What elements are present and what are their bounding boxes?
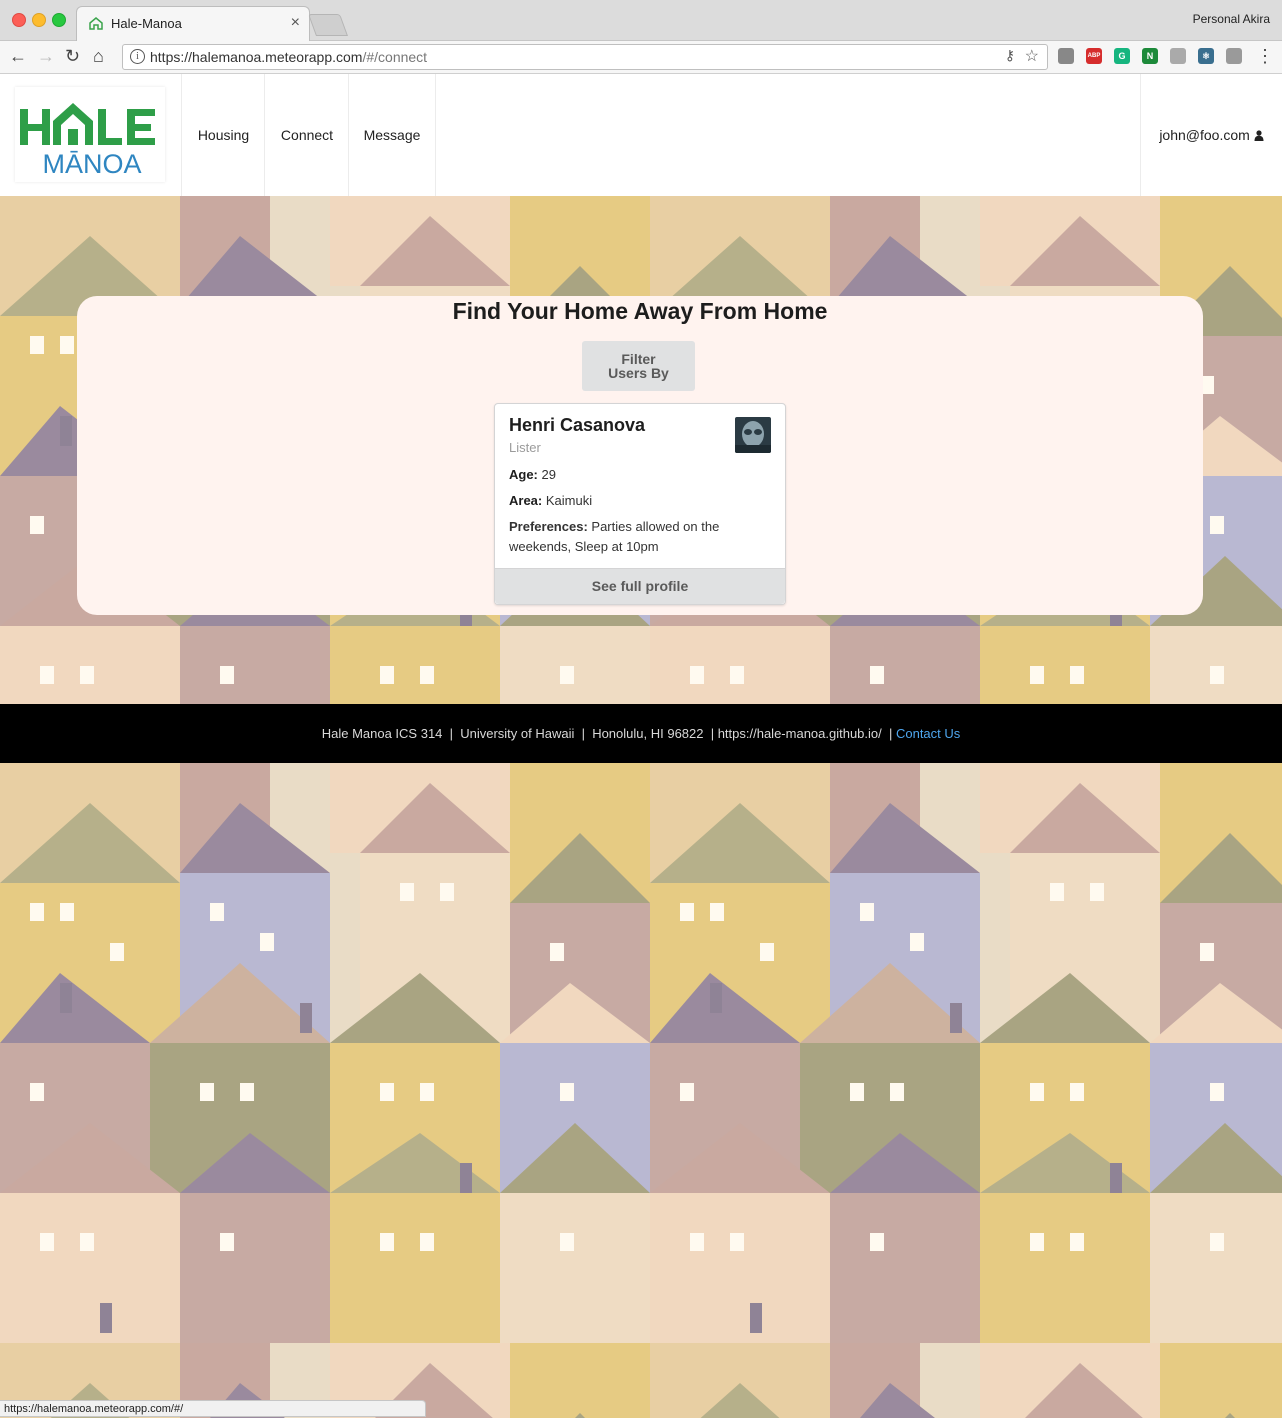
- forward-button[interactable]: →: [37, 45, 55, 67]
- browser-titlebar: Hale-Manoa × Personal Akira: [0, 0, 1282, 41]
- profile-area: Area: Kaimuki: [509, 493, 592, 508]
- browser-toolbar: ← → ↻ ⌂ i https://halemanoa.meteorapp.co…: [0, 41, 1282, 74]
- profile-name: Henri Casanova: [509, 415, 646, 435]
- nav-message[interactable]: Message: [348, 74, 436, 196]
- app-navbar: MĀNOA Housing Connect Message john@foo.c…: [0, 74, 1282, 197]
- url-path: /#/connect: [362, 49, 428, 65]
- url-text[interactable]: https://halemanoa.meteorapp.com/#/connec…: [150, 49, 427, 65]
- browser-tab[interactable]: Hale-Manoa ×: [76, 6, 310, 41]
- user-icon: [1254, 130, 1264, 141]
- houses-background-bottom: [0, 763, 1282, 1418]
- contact-us-link[interactable]: Contact Us: [896, 726, 960, 741]
- react-devtools-icon[interactable]: ⚛: [1198, 48, 1214, 64]
- cast-icon[interactable]: [1058, 48, 1074, 64]
- new-tab-button[interactable]: [307, 14, 349, 36]
- connect-panel: Find Your Home Away From Home Filter Use…: [77, 296, 1203, 615]
- nav-connect[interactable]: Connect: [264, 74, 349, 196]
- avatar: [735, 417, 771, 453]
- profile-card: Henri Casanova Lister Age: 29 Area: Kaim…: [494, 403, 786, 605]
- tab-close-icon[interactable]: ×: [291, 14, 300, 32]
- house-favicon-icon: [89, 17, 103, 30]
- hale-manoa-logo[interactable]: MĀNOA: [15, 87, 165, 182]
- filter-users-button[interactable]: Filter Users By: [582, 341, 695, 391]
- info-icon[interactable]: i: [130, 49, 145, 64]
- status-bar-url: https://halemanoa.meteorapp.com/#/: [0, 1400, 426, 1417]
- home-button[interactable]: ⌂: [93, 45, 104, 67]
- grammarly-icon[interactable]: G: [1114, 48, 1130, 64]
- back-button[interactable]: ←: [9, 45, 27, 67]
- user-email: john@foo.com: [1159, 127, 1250, 143]
- age-label: Age:: [509, 467, 538, 482]
- nav-housing[interactable]: Housing: [181, 74, 265, 196]
- bookmark-star-icon[interactable]: ☆: [1025, 46, 1039, 66]
- page-footer: Hale Manoa ICS 314 | University of Hawai…: [0, 704, 1282, 763]
- see-full-profile-button[interactable]: See full profile: [495, 568, 785, 604]
- tab-title: Hale-Manoa: [111, 16, 182, 31]
- profile-preferences: Preferences: Parties allowed on the week…: [509, 517, 761, 557]
- page-heading: Find Your Home Away From Home: [452, 298, 828, 324]
- n-extension-icon[interactable]: N: [1142, 48, 1158, 64]
- adblock-icon[interactable]: ABP: [1086, 48, 1102, 64]
- key-icon[interactable]: ⚷: [1005, 47, 1015, 64]
- browser-menu-icon[interactable]: ⋮: [1256, 45, 1274, 67]
- extension-icon[interactable]: [1226, 48, 1242, 64]
- url-host: https://halemanoa.meteorapp.com: [150, 49, 363, 65]
- logo-manoa-text: MĀNOA: [42, 149, 141, 179]
- close-window-button[interactable]: [12, 13, 26, 27]
- profile-role: Lister: [509, 440, 541, 455]
- profile-name[interactable]: Personal Akira: [1193, 12, 1270, 26]
- age-value: 29: [541, 467, 556, 482]
- filter-label-line2: Users By: [608, 365, 669, 381]
- logo-image: MĀNOA: [20, 103, 155, 179]
- footer-text: Hale Manoa ICS 314 | University of Hawai…: [321, 726, 896, 741]
- palette-icon[interactable]: [1170, 48, 1186, 64]
- preferences-label: Preferences:: [509, 519, 588, 534]
- maximize-window-button[interactable]: [52, 13, 66, 27]
- profile-age: Age: 29: [509, 467, 556, 482]
- filter-label-line1: Filter: [621, 351, 656, 367]
- minimize-window-button[interactable]: [32, 13, 46, 27]
- reload-button[interactable]: ↻: [65, 45, 80, 67]
- area-value: Kaimuki: [545, 493, 593, 508]
- user-menu[interactable]: john@foo.com: [1140, 74, 1282, 196]
- area-label: Area:: [509, 493, 543, 508]
- address-bar[interactable]: i https://halemanoa.meteorapp.com/#/conn…: [122, 44, 1048, 70]
